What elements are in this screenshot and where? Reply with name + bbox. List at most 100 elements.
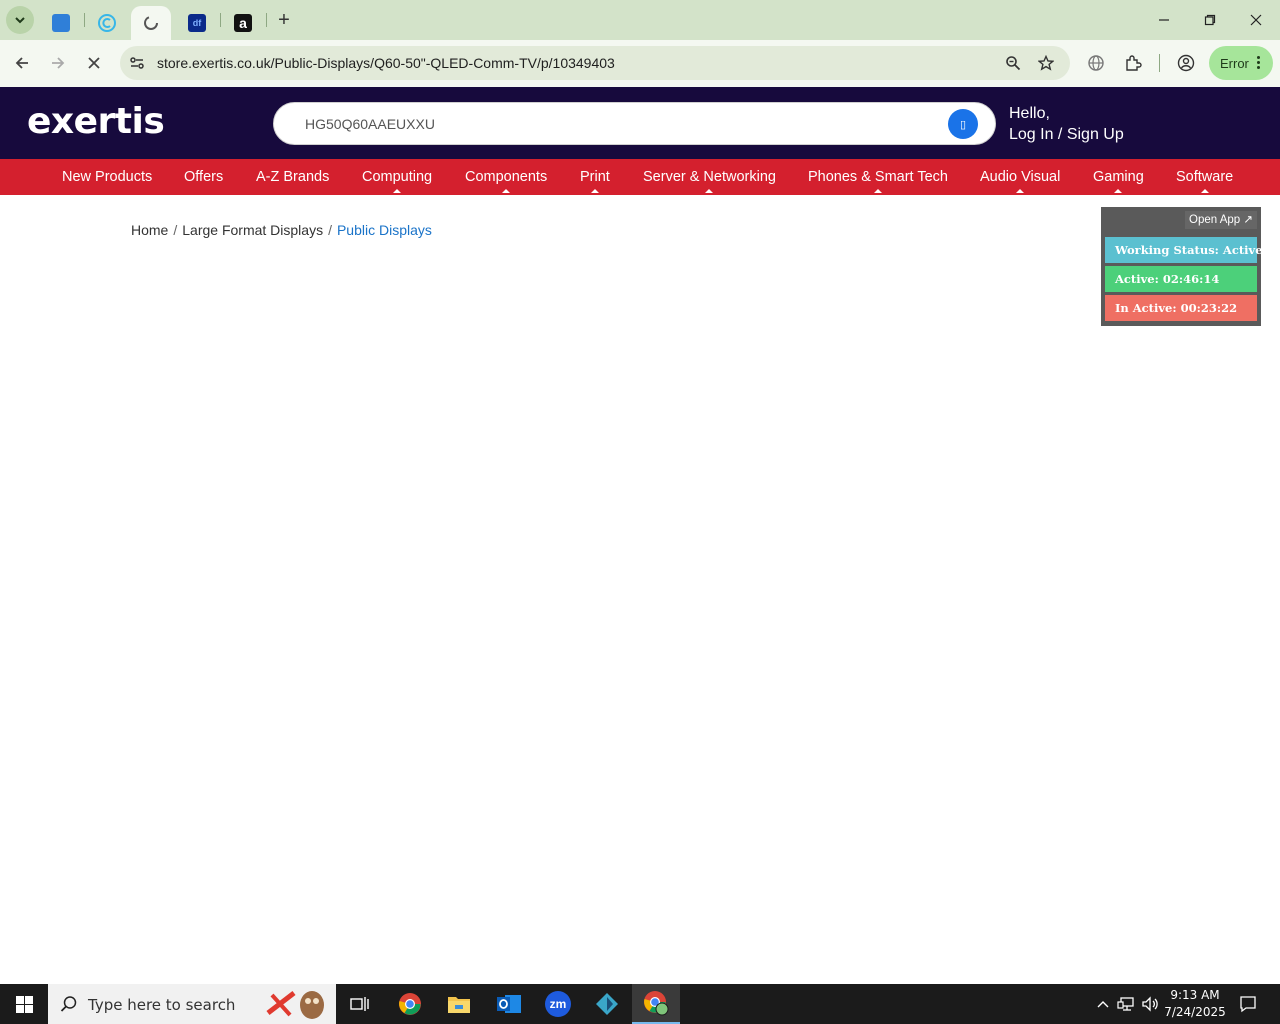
browser-toolbar: store.exertis.co.uk/Public-Displays/Q60-… bbox=[0, 40, 1280, 87]
nav-offers[interactable]: Offers bbox=[184, 169, 223, 185]
dropdown-caret-icon bbox=[502, 189, 511, 193]
open-app-button[interactable]: Open App ↗ bbox=[1185, 211, 1257, 229]
folder-icon bbox=[448, 997, 470, 1013]
time-tracker-widget: Open App ↗ Working Status: Active Active… bbox=[1101, 207, 1263, 326]
dropdown-caret-icon bbox=[705, 189, 714, 193]
browser-tab-3-active[interactable] bbox=[131, 6, 171, 40]
minimize-button[interactable] bbox=[1141, 4, 1187, 36]
breadcrumb-separator: / bbox=[173, 222, 178, 238]
site-settings-icon[interactable] bbox=[128, 54, 146, 72]
browser-tab-2[interactable] bbox=[90, 6, 124, 40]
tab-separator bbox=[84, 13, 85, 27]
product-search-box[interactable]: HG50Q60AAEUXXU ▯ bbox=[273, 102, 996, 145]
notification-icon bbox=[1240, 996, 1256, 1013]
browser-error-button[interactable]: Error bbox=[1209, 46, 1273, 80]
nav-print[interactable]: Print bbox=[580, 169, 610, 193]
copyleaks-icon bbox=[98, 14, 116, 32]
browser-tab-5[interactable]: a bbox=[226, 6, 260, 40]
outlook-button[interactable] bbox=[485, 984, 533, 1024]
nav-software[interactable]: Software bbox=[1176, 169, 1233, 193]
working-status-row: Working Status: Active bbox=[1105, 237, 1263, 263]
file-explorer-button[interactable] bbox=[435, 984, 483, 1024]
arrow-right-icon bbox=[52, 57, 65, 69]
nav-components[interactable]: Components bbox=[465, 169, 547, 193]
bookmark-star-icon[interactable] bbox=[1037, 54, 1055, 72]
breadcrumb-public-displays[interactable]: Public Displays bbox=[337, 222, 432, 238]
task-view-icon bbox=[350, 997, 369, 1011]
tab-search-button[interactable] bbox=[6, 6, 34, 34]
breadcrumb-home[interactable]: Home bbox=[131, 222, 168, 238]
chrome-taskbar-button[interactable] bbox=[386, 984, 434, 1024]
dropdown-caret-icon bbox=[590, 189, 599, 193]
amazon-icon: a bbox=[234, 14, 252, 32]
extensions-puzzle-icon[interactable] bbox=[1123, 53, 1143, 73]
error-label: Error bbox=[1220, 55, 1249, 71]
diamond-app-icon bbox=[596, 993, 618, 1015]
chevron-down-icon bbox=[15, 17, 25, 24]
stop-loading-button[interactable] bbox=[80, 49, 108, 77]
nav-computing[interactable]: Computing bbox=[362, 169, 432, 193]
start-button[interactable] bbox=[0, 984, 48, 1024]
account-greeting[interactable]: Hello, Log In / Sign Up bbox=[1009, 103, 1124, 145]
browser-tab-4[interactable]: df bbox=[180, 6, 214, 40]
category-nav: New Products Offers A-Z Brands Computing… bbox=[0, 159, 1280, 195]
notifications-button[interactable] bbox=[1236, 984, 1260, 1024]
translate-globe-icon[interactable] bbox=[1086, 53, 1106, 73]
zoom-button[interactable]: zm bbox=[534, 984, 582, 1024]
outlook-icon bbox=[497, 995, 521, 1013]
search-highlight-icon bbox=[266, 991, 324, 1019]
chrome-profile-icon bbox=[644, 991, 669, 1016]
search-input[interactable]: HG50Q60AAEUXXU bbox=[305, 116, 435, 132]
windows-taskbar: Type here to search zm 9:13 AM 7/24/2025 bbox=[0, 984, 1280, 1024]
search-icon bbox=[60, 996, 77, 1012]
back-button[interactable] bbox=[8, 49, 36, 77]
address-bar[interactable]: store.exertis.co.uk/Public-Displays/Q60-… bbox=[120, 46, 1070, 80]
login-signup-link[interactable]: Log In / Sign Up bbox=[1009, 124, 1124, 145]
close-icon bbox=[1250, 14, 1262, 26]
url-text[interactable]: store.exertis.co.uk/Public-Displays/Q60-… bbox=[157, 55, 615, 71]
nav-server-networking[interactable]: Server & Networking bbox=[643, 169, 776, 193]
close-window-button[interactable] bbox=[1233, 4, 1279, 36]
chrome-profile-taskbar-button[interactable] bbox=[632, 984, 680, 1024]
taskbar-search-placeholder: Type here to search bbox=[88, 996, 236, 1014]
network-status-button[interactable] bbox=[1116, 984, 1136, 1024]
forward-button[interactable] bbox=[44, 49, 72, 77]
nav-a-z-brands[interactable]: A-Z Brands bbox=[256, 169, 329, 185]
nav-new-products[interactable]: New Products bbox=[62, 169, 152, 185]
nav-audio-visual[interactable]: Audio Visual bbox=[980, 169, 1060, 193]
zoom-icon: zm bbox=[545, 991, 571, 1017]
toolbar-separator bbox=[1159, 54, 1160, 72]
zoom-icon[interactable] bbox=[1004, 54, 1022, 72]
tab-separator bbox=[266, 13, 267, 27]
task-view-button[interactable] bbox=[336, 984, 384, 1024]
breadcrumb-large-format-displays[interactable]: Large Format Displays bbox=[182, 222, 323, 238]
profile-avatar-icon[interactable] bbox=[1176, 53, 1196, 73]
restore-icon bbox=[1204, 14, 1216, 26]
browser-tab-strip: df a + bbox=[0, 0, 1280, 40]
browser-tab-1[interactable] bbox=[44, 6, 78, 40]
chevron-up-icon bbox=[1097, 1001, 1109, 1008]
dropdown-caret-icon bbox=[1200, 189, 1209, 193]
active-time-row: Active: 02:46:14 bbox=[1105, 266, 1257, 292]
dropdown-caret-icon bbox=[1114, 189, 1123, 193]
exertis-logo[interactable]: exertis bbox=[27, 101, 165, 142]
taskbar-search-box[interactable]: Type here to search bbox=[48, 984, 336, 1024]
close-icon bbox=[88, 57, 100, 69]
network-icon bbox=[1117, 997, 1134, 1011]
clock-date: 7/24/2025 bbox=[1164, 1005, 1226, 1019]
inactive-time-row: In Active: 00:23:22 bbox=[1105, 295, 1257, 321]
breadcrumb-separator: / bbox=[328, 222, 332, 238]
diamond-app-button[interactable] bbox=[583, 984, 631, 1024]
clock-time: 9:13 AM bbox=[1170, 988, 1220, 1002]
nav-gaming[interactable]: Gaming bbox=[1093, 169, 1144, 193]
windows-logo-icon bbox=[15, 995, 33, 1013]
nav-phones-smart-tech[interactable]: Phones & Smart Tech bbox=[808, 169, 948, 193]
restore-button[interactable] bbox=[1187, 4, 1233, 36]
taskbar-clock[interactable]: 9:13 AM 7/24/2025 bbox=[1162, 987, 1228, 1021]
arrow-left-icon bbox=[15, 57, 28, 69]
site-header: exertis HG50Q60AAEUXXU ▯ Hello, Log In /… bbox=[0, 87, 1280, 159]
new-tab-button[interactable]: + bbox=[272, 8, 296, 32]
volume-button[interactable] bbox=[1140, 984, 1160, 1024]
show-hidden-icons-button[interactable] bbox=[1094, 984, 1112, 1024]
search-button[interactable]: ▯ bbox=[948, 109, 978, 139]
